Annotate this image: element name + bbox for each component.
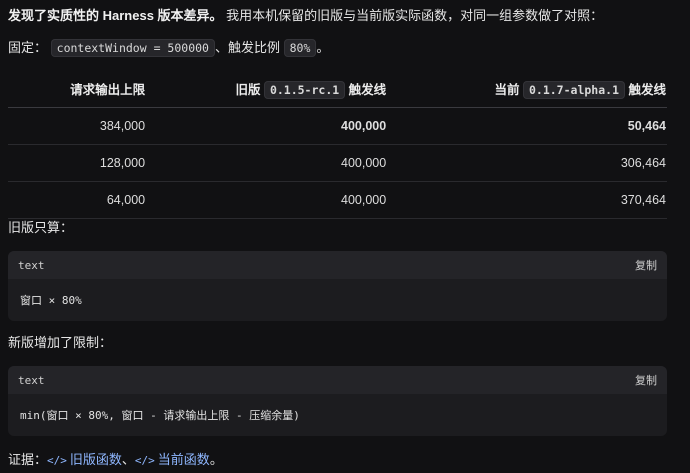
current-function-link[interactable]: </> 当前函数 [135,452,210,467]
fixed-prefix: 固定： [8,40,48,55]
cell-current-trigger: 50,464 [387,107,667,145]
table-row: 64,000 400,000 370,464 [8,181,667,219]
cell-output-limit: 64,000 [8,181,146,219]
old-version-label: 旧版只算： [8,220,74,235]
new-version-label: 新版增加了限制： [8,335,113,350]
copy-button[interactable]: 复制 [635,257,657,273]
evidence-line: 证据：</> 旧版函数、</> 当前函数。 [8,450,223,471]
fixed-mid: 、触发比例 [214,40,280,55]
cell-old-trigger: 400,000 [145,144,388,182]
header-current-trigger-label: 触发线 [628,82,666,97]
copy-button[interactable]: 复制 [635,372,657,388]
evidence-separator: 、 [121,452,135,467]
header-old-label: 旧版 [235,82,261,97]
header-old-trigger: 旧版 0.1.5-rc.1 触发线 [145,69,388,108]
code-lang-label: text [18,258,45,272]
fixed-params: 固定： contextWindow = 500000 、触发比例 80%。 [8,38,682,58]
cell-current-trigger: 306,464 [387,144,667,182]
cell-current-trigger: 370,464 [387,181,667,219]
intro-paragraph: 发现了实质性的 Harness 版本差异。 我用本机保留的旧版与当前版实际函数，… [8,6,682,26]
cell-old-trigger: 400,000 [145,181,388,219]
cell-output-limit: 384,000 [8,107,146,145]
evidence-suffix: 。 [209,452,223,467]
fixed-suffix: 。 [316,40,330,55]
header-request-output-limit: 请求输出上限 [8,69,146,108]
table-row: 384,000 400,000 50,464 [8,107,667,145]
table-header-row: 请求输出上限 旧版 0.1.5-rc.1 触发线 当前 0.1.7-alpha.… [8,69,667,108]
evidence-prefix: 证据： [8,452,48,467]
header-old-trigger-label: 触发线 [348,82,387,97]
ratio-code: 80% [283,39,317,57]
code-block-old: text 复制 窗口 × 80% [8,251,667,321]
header-current-label: 当前 [494,82,520,97]
comparison-table: 请求输出上限 旧版 0.1.5-rc.1 触发线 当前 0.1.7-alpha.… [8,69,667,219]
old-function-link-label: 旧版函数 [69,452,122,467]
code-content: 窗口 × 80% [20,294,82,307]
code-content: min(窗口 × 80%, 窗口 - 请求输出上限 - 压缩余量) [20,409,300,422]
code-block-header: text 复制 [8,251,667,279]
current-function-link-label: 当前函数 [157,452,210,467]
intro-text: 我用本机保留的旧版与当前版实际函数，对同一组参数做了对照： [222,8,604,23]
code-icon: </> [134,454,155,467]
table-row: 128,000 400,000 306,464 [8,144,667,182]
header-current-trigger: 当前 0.1.7-alpha.1 触发线 [387,69,667,108]
context-window-code: contextWindow = 500000 [50,39,215,57]
code-block-new: text 复制 min(窗口 × 80%, 窗口 - 请求输出上限 - 压缩余量… [8,366,667,436]
code-icon: </> [47,454,67,467]
intro-bold: 发现了实质性的 Harness 版本差异。 [8,8,223,23]
cell-output-limit: 128,000 [8,144,146,182]
header-old-version-code: 0.1.5-rc.1 [263,80,346,99]
header-current-version-code: 0.1.7-alpha.1 [522,80,625,99]
old-function-link[interactable]: </> 旧版函数 [47,452,122,467]
cell-old-trigger: 400,000 [145,107,388,145]
code-block-header: text 复制 [8,366,667,394]
code-lang-label: text [18,373,45,387]
